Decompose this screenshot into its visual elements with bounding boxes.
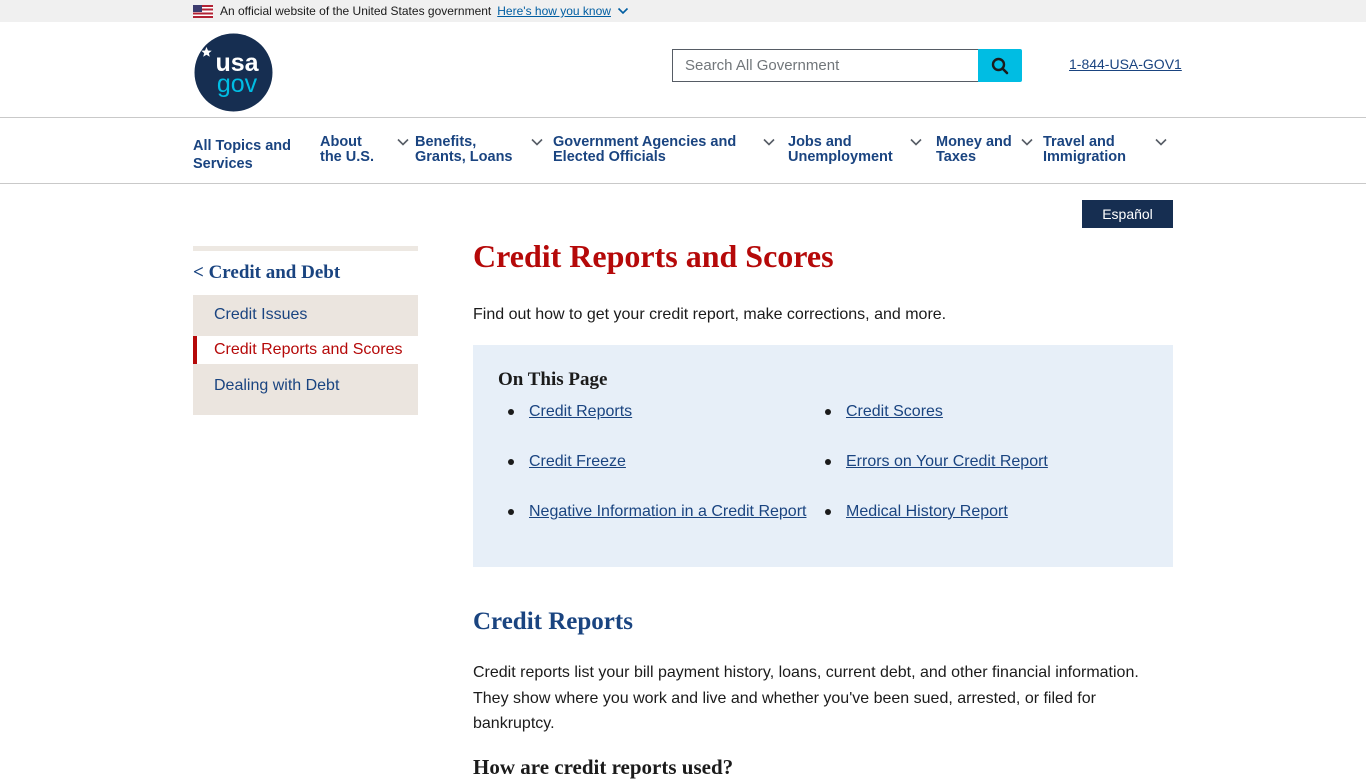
bullet-icon: [825, 409, 831, 415]
page-title: Credit Reports and Scores: [473, 238, 834, 274]
phone-link[interactable]: 1-844-USA-GOV1: [1069, 56, 1182, 72]
nav-money-taxes-line2: Taxes: [936, 149, 977, 165]
nav-about-us[interactable]: About the U.S.: [320, 135, 410, 165]
bullet-icon: [508, 509, 514, 515]
search-icon: [991, 57, 1009, 74]
main-content: Credit Reports and Scores Find out how t…: [473, 236, 1173, 567]
otp-link-credit-reports[interactable]: Credit Reports: [529, 403, 632, 421]
espanol-button[interactable]: Español: [1082, 200, 1173, 228]
otp-link-negative-information[interactable]: Negative Information in a Credit Report: [529, 503, 806, 521]
nav-government-agencies[interactable]: Government Agencies and Elected Official…: [553, 135, 776, 165]
chevron-down-icon: [617, 7, 629, 15]
chevron-down-icon: [1021, 138, 1033, 146]
otp-link-credit-scores[interactable]: Credit Scores: [846, 403, 943, 421]
on-this-page-heading: On This Page: [498, 369, 608, 390]
bullet-icon: [825, 459, 831, 465]
usagov-logo[interactable]: usa gov: [194, 33, 273, 112]
sidebar-list: Credit Issues Credit Reports and Scores …: [193, 295, 418, 415]
list-item: Credit Freeze: [508, 453, 626, 471]
otp-link-medical-history[interactable]: Medical History Report: [846, 503, 1008, 521]
search-button[interactable]: [978, 49, 1022, 82]
nav-all-topics-line1: All Topics and: [193, 138, 292, 154]
sidebar-parent-link[interactable]: < Credit and Debt: [193, 251, 418, 295]
nav-travel-immigration-line1: Travel and: [1043, 134, 1115, 150]
nav-all-topics-line2: Services: [193, 156, 253, 172]
bullet-icon: [825, 509, 831, 515]
nav-government-agencies-line2: Elected Officials: [553, 149, 666, 165]
nav-benefits[interactable]: Benefits, Grants, Loans: [415, 135, 544, 165]
section-paragraph: Credit reports list your bill payment hi…: [473, 664, 1139, 732]
list-item: Credit Scores: [825, 403, 943, 421]
section-heading-credit-reports: Credit Reports: [473, 608, 633, 635]
otp-link-errors[interactable]: Errors on Your Credit Report: [846, 453, 1048, 471]
nav-all-topics[interactable]: All Topics and Services: [193, 137, 291, 173]
list-item: Medical History Report: [825, 503, 1008, 521]
gov-banner-text: An official website of the United States…: [220, 4, 492, 18]
page-intro: Find out how to get your credit report, …: [473, 306, 947, 323]
nav-benefits-line1: Benefits,: [415, 134, 477, 150]
sidebar-item-credit-issues[interactable]: Credit Issues: [193, 295, 418, 336]
chevron-down-icon: [1155, 138, 1167, 146]
chevron-down-icon: [530, 138, 543, 146]
heres-how-you-know-link[interactable]: Here's how you know: [497, 4, 629, 18]
bullet-icon: [508, 459, 514, 465]
main-nav: All Topics and Services About the U.S. B…: [0, 117, 1366, 184]
chevron-down-icon: [910, 138, 922, 146]
nav-jobs-line1: Jobs and: [788, 134, 852, 150]
us-flag-icon: [193, 4, 213, 18]
chevron-down-icon: [397, 138, 409, 146]
nav-benefits-line2: Grants, Loans: [415, 149, 513, 165]
otp-link-credit-freeze[interactable]: Credit Freeze: [529, 453, 626, 471]
nav-jobs[interactable]: Jobs and Unemployment: [788, 135, 923, 165]
nav-money-taxes-line1: Money and: [936, 134, 1012, 150]
nav-money-taxes[interactable]: Money and Taxes: [936, 135, 1034, 165]
nav-about-us-line2: the U.S.: [320, 149, 374, 165]
sidebar-nav: < Credit and Debt Credit Issues Credit R…: [193, 246, 418, 415]
nav-about-us-line1: About: [320, 134, 362, 150]
search-input[interactable]: [672, 49, 978, 82]
heres-how-you-know-label[interactable]: Here's how you know: [497, 4, 611, 18]
nav-travel-immigration-line2: Immigration: [1043, 149, 1126, 165]
list-item: Errors on Your Credit Report: [825, 453, 1048, 471]
section-subheading: How are credit reports used?: [473, 755, 734, 779]
nav-travel-immigration[interactable]: Travel and Immigration: [1043, 135, 1168, 165]
sidebar-item-credit-reports-and-scores[interactable]: Credit Reports and Scores: [193, 336, 418, 364]
on-this-page-box: On This Page Credit Reports Credit Score…: [473, 345, 1173, 567]
list-item: Negative Information in a Credit Report: [508, 503, 806, 521]
search-form: [672, 49, 1022, 82]
sidebar-item-dealing-with-debt[interactable]: Dealing with Debt: [193, 364, 418, 415]
chevron-down-icon: [763, 138, 775, 146]
logo-text-bottom: gov: [217, 70, 258, 98]
site-header: usa gov 1-844-USA-GOV1: [0, 22, 1366, 118]
nav-jobs-line2: Unemployment: [788, 149, 893, 165]
bullet-icon: [508, 409, 514, 415]
list-item: Credit Reports: [508, 403, 632, 421]
gov-banner: An official website of the United States…: [0, 0, 1366, 22]
nav-government-agencies-line1: Government Agencies and: [553, 134, 737, 150]
